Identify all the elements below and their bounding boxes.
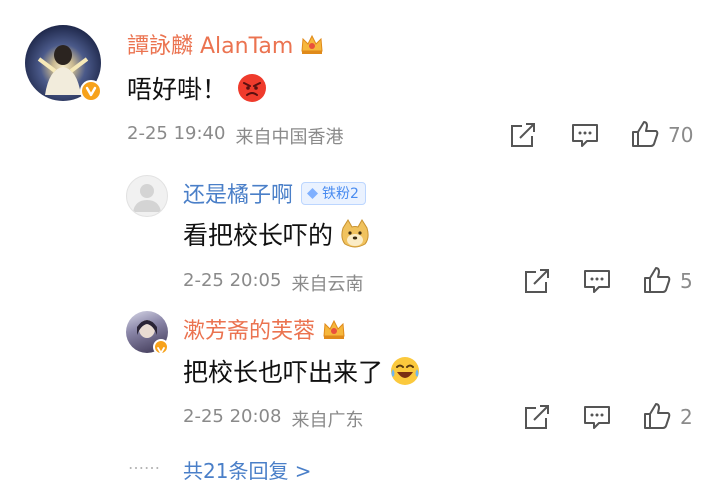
- more-replies-dots: ……: [128, 454, 160, 473]
- like-count: 2: [680, 405, 693, 429]
- share-icon[interactable]: [522, 266, 552, 296]
- reply-author-name[interactable]: 漱芳斋的芙蓉: [183, 313, 315, 345]
- share-icon[interactable]: [508, 120, 538, 150]
- fan-badge: 铁粉2: [301, 181, 366, 205]
- verified-badge-icon: [80, 80, 102, 102]
- fan-badge-label: 铁粉2: [322, 186, 359, 202]
- view-more-replies-link[interactable]: 共21条回复 >: [183, 455, 312, 484]
- crown-vip-icon: [301, 34, 323, 54]
- like-icon[interactable]: [630, 119, 660, 149]
- like-count: 5: [680, 269, 693, 293]
- verified-badge-icon: [153, 339, 169, 355]
- laughing-tears-emoji-icon: [391, 357, 420, 385]
- comment-author-name[interactable]: 譚詠麟 AlanTam: [127, 28, 293, 60]
- reply-date: 2-25 20:05: [183, 270, 282, 291]
- reply-text: 把校长也吓出来了: [183, 358, 384, 387]
- reply-location: 来自广东: [291, 410, 364, 431]
- reply-author-name[interactable]: 还是橘子啊: [183, 177, 293, 209]
- like-icon[interactable]: [642, 265, 672, 295]
- like-icon[interactable]: [642, 401, 672, 431]
- diamond-icon: [307, 187, 319, 199]
- comment-location: 来自中国香港: [235, 127, 344, 148]
- avatar-reply-1[interactable]: [126, 175, 168, 217]
- reply-text: 看把校长吓的: [183, 221, 334, 250]
- reply-location: 来自云南: [291, 274, 364, 295]
- crown-vip-icon: [323, 319, 345, 339]
- comment-date: 2-25 19:40: [127, 123, 226, 144]
- angry-face-emoji-icon: [238, 74, 267, 102]
- share-icon[interactable]: [522, 402, 552, 432]
- like-count: 70: [668, 123, 694, 147]
- comment-icon[interactable]: [582, 266, 612, 296]
- comment-icon[interactable]: [582, 402, 612, 432]
- default-avatar-icon: [133, 184, 161, 212]
- comment-icon[interactable]: [570, 120, 600, 150]
- comment-text: 唔好啩！: [127, 75, 228, 104]
- doge-emoji-icon: [341, 219, 369, 248]
- reply-date: 2-25 20:08: [183, 406, 282, 427]
